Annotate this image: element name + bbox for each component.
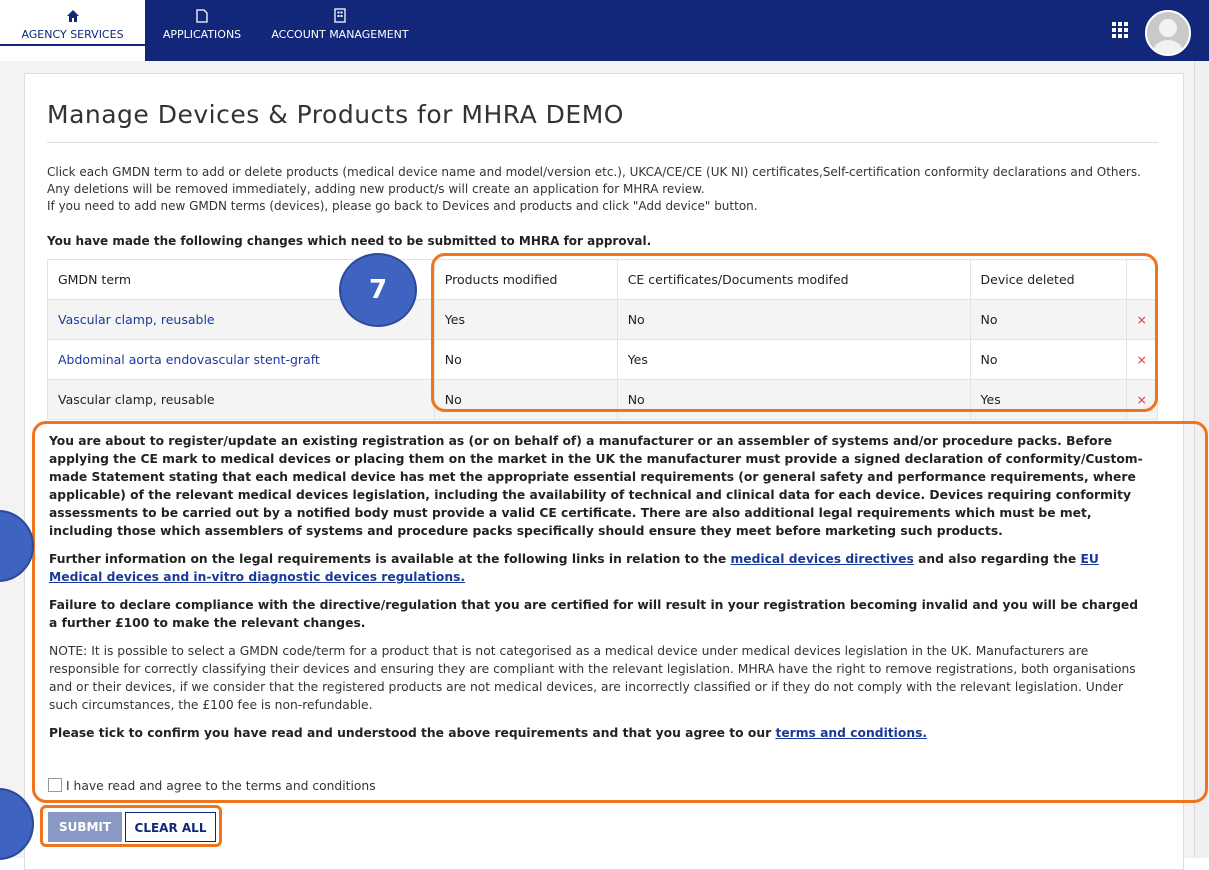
annotation-step-badge: 7 [339,253,417,327]
intro-text: Click each GMDN term to add or delete pr… [47,164,1162,215]
nav-label: APPLICATIONS [162,28,242,41]
annotation-box-table [431,253,1158,412]
intro-paragraph: If you need to add new GMDN terms (devic… [47,199,758,213]
nav-account-management[interactable]: ACCOUNT MANAGEMENT [256,0,424,61]
nav-agency-services[interactable]: AGENCY SERVICES [0,0,145,61]
gmdn-term-link[interactable]: Abdominal aorta endovascular stent-graft [47,339,435,380]
gmdn-term-cell: Vascular clamp, reusable [47,379,435,420]
apps-grid-icon[interactable] [1112,22,1130,40]
user-avatar[interactable] [1145,10,1191,56]
divider [47,142,1158,143]
intro-paragraph: Click each GMDN term to add or delete pr… [47,165,1141,196]
nav-label: AGENCY SERVICES [0,28,145,46]
page-title: Manage Devices & Products for MHRA DEMO [47,100,624,129]
top-nav: AGENCY SERVICES APPLICATIONS ACCOUNT MAN… [0,0,1209,61]
nav-label: ACCOUNT MANAGEMENT [271,28,409,41]
document-icon [152,0,252,28]
annotation-box-legal [32,421,1208,803]
building-icon [256,0,424,28]
annotation-box-buttons [40,805,222,847]
home-icon [0,0,145,28]
changes-title: You have made the following changes whic… [47,234,652,248]
nav-applications[interactable]: APPLICATIONS [152,0,252,61]
